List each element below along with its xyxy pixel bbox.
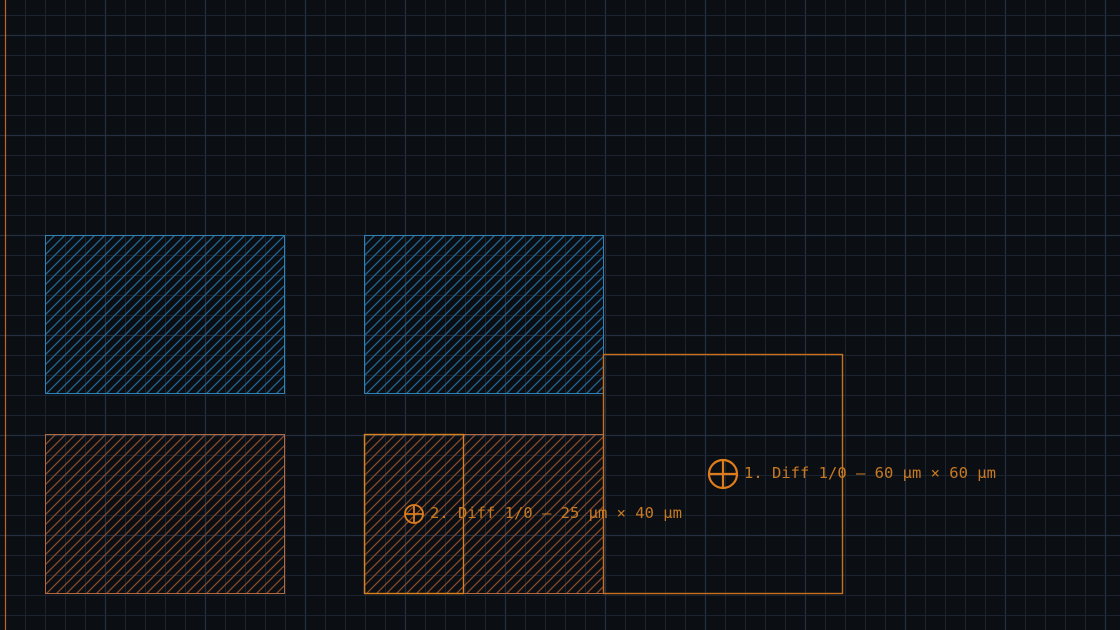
- layout-shape-blue-2[interactable]: [364, 235, 604, 394]
- crosshair-marker-icon[interactable]: [707, 458, 739, 490]
- layout-shape-orange-1[interactable]: [45, 434, 285, 594]
- crosshair-marker-icon[interactable]: [404, 504, 424, 524]
- measurement-label-1: 1. Diff 1/0 — 60 µm × 60 µm: [744, 464, 996, 482]
- measurement-label-2: 2. Diff 1/0 — 25 µm × 40 µm: [430, 504, 682, 522]
- layout-canvas[interactable]: 1. Diff 1/0 — 60 µm × 60 µm 2. Diff 1/0 …: [0, 0, 1120, 630]
- layout-shape-blue-1[interactable]: [45, 235, 285, 394]
